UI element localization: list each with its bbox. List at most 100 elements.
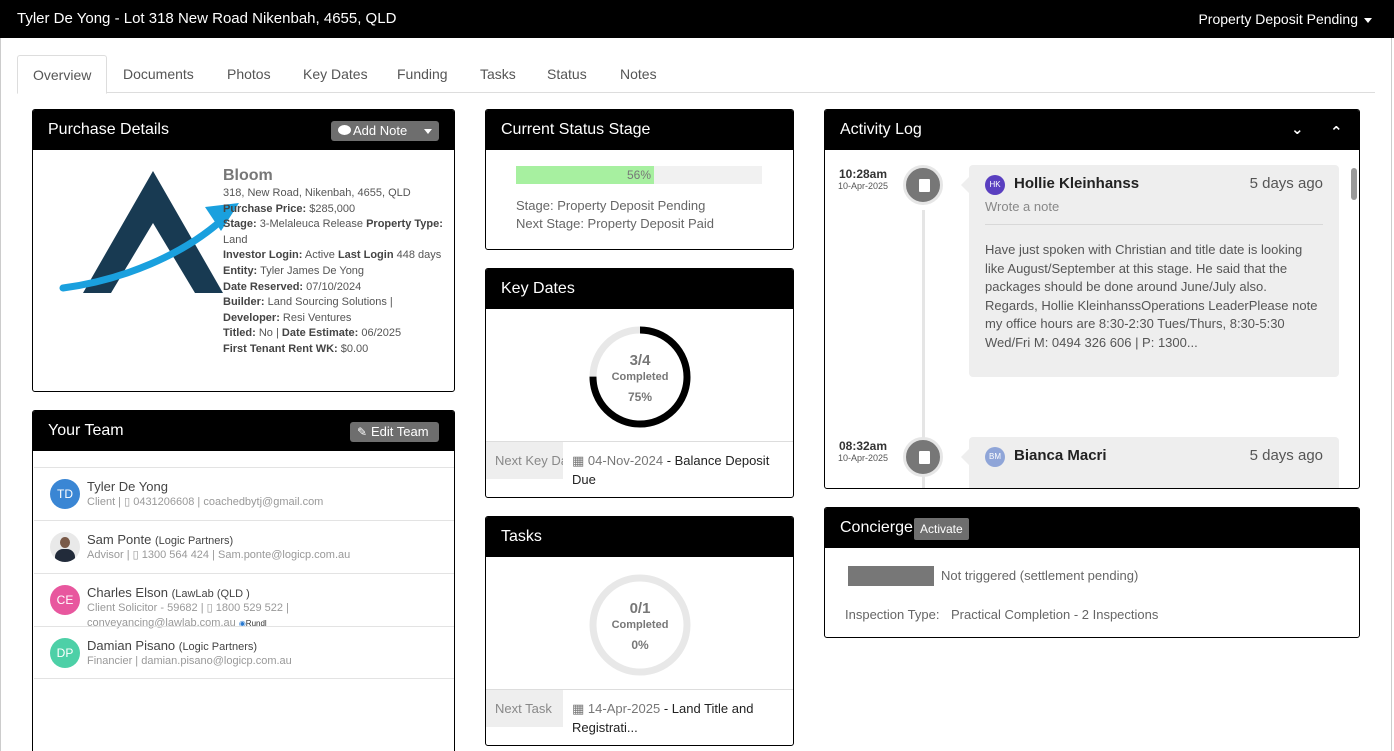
collapse-all-icon[interactable]: ⌃ — [1330, 123, 1343, 141]
team-member-details[interactable]: Advisor | ▯ 1300 564 424 | Sam.ponte@log… — [87, 548, 417, 563]
next-task-row[interactable]: Next Task ▦ 14-Apr-2025 - Land Title and… — [486, 689, 793, 745]
status-dropdown-label: Property Deposit Pending — [1198, 11, 1358, 27]
key-dates-panel: Key Dates 3/4 Completed 75% Next Key Dat… — [485, 268, 794, 498]
tab-overview[interactable]: Overview — [17, 55, 108, 94]
first-rent-value: $0.00 — [340, 342, 369, 355]
calendar-icon: ▦ — [572, 453, 585, 468]
member-name-text: Charles Elson — [87, 585, 168, 600]
next-key-date-label: Next Key Date — [486, 442, 563, 479]
property-address: 318, New Road, Nikenbah, 4655, QLD — [223, 187, 411, 199]
user-avatar: BM — [985, 447, 1005, 467]
last-login-value: 448 days — [396, 249, 442, 262]
member-org: (Logic Partners) — [154, 535, 234, 547]
property-type-value: Land — [223, 233, 248, 246]
log-entry-card[interactable]: BM Bianca Macri 5 days ago — [961, 437, 1339, 488]
current-stage-text: Stage: Property Deposit Pending — [516, 198, 706, 213]
tasks-completed-label: Completed — [611, 619, 669, 631]
member-name-text: Sam Ponte — [87, 532, 152, 547]
status-dropdown[interactable]: Property Deposit Pending — [1198, 11, 1372, 27]
team-member-details[interactable]: Financier | damian.pisano@logicp.com.au — [87, 654, 417, 669]
inspection-type-value: Practical Completion - 2 Inspections — [951, 607, 1159, 622]
entity-value: Tyler James De Yong — [260, 264, 365, 277]
calendar-icon: ▦ — [572, 701, 585, 716]
bloom-logo-image — [59, 171, 239, 293]
edit-team-label: Edit Team — [371, 424, 429, 439]
add-note-button[interactable]: Add Note — [331, 121, 439, 141]
purchase-details-panel: Purchase Details Add Note Bloom 318, New… — [32, 109, 455, 392]
edit-team-button[interactable]: ✎ Edit Team — [350, 422, 439, 442]
log-entry-text: Have just spoken with Christian and titl… — [985, 242, 1318, 350]
developer-value: Resi Ventures — [282, 311, 352, 324]
tab-notes[interactable]: Notes — [605, 55, 672, 93]
log-time: 10:28am — [838, 167, 888, 181]
tab-status[interactable]: Status — [532, 55, 602, 93]
activity-log-title: Activity Log — [840, 121, 922, 138]
add-note-label: Add Note — [353, 123, 408, 138]
date-reserved-label: Date Reserved: — [223, 280, 304, 293]
titled-label: Titled: — [223, 327, 256, 340]
stage-value: 3-Melaleuca Release — [259, 218, 364, 231]
log-user-name: Bianca Macri — [1014, 447, 1107, 464]
concierge-status-text: Not triggered (settlement pending) — [941, 568, 1139, 583]
tasks-header: Tasks — [486, 517, 793, 557]
activate-button[interactable]: Activate — [914, 518, 969, 540]
concierge-title: Concierge — [840, 519, 913, 536]
log-entry-type: Wrote a note — [985, 199, 1060, 214]
concierge-status-swatch — [848, 566, 934, 586]
next-stage-text: Next Stage: Property Deposit Paid — [516, 216, 714, 231]
activity-log-scrollbar[interactable] — [1351, 168, 1357, 200]
member-name-text: Damian Pisano — [87, 638, 176, 653]
log-date: 10-Apr-2025 — [837, 181, 889, 191]
key-dates-completed-label: Completed — [611, 371, 669, 383]
next-task-label: Next Task — [486, 690, 563, 727]
log-time-ago: 5 days ago — [1249, 175, 1323, 192]
log-divider — [985, 224, 1323, 225]
status-stage-title: Current Status Stage — [501, 121, 651, 138]
builder-value: Land Sourcing Solutions | — [267, 296, 393, 309]
log-time-ago: 5 days ago — [1249, 447, 1323, 464]
tab-key-dates[interactable]: Key Dates — [288, 55, 383, 93]
team-member-name: Damian Pisano (Logic Partners) — [87, 638, 257, 653]
activity-log-panel: Activity Log ⌄ ⌃ 10:28am 10-Apr-2025 HK … — [824, 109, 1360, 489]
caret-down-icon — [1364, 17, 1372, 23]
date-estimate-label: Date Estimate: — [281, 327, 359, 340]
builder-label: Builder: — [223, 296, 265, 309]
concierge-panel: Concierge Activate Not triggered (settle… — [824, 507, 1360, 638]
your-team-title: Your Team — [48, 422, 124, 439]
key-dates-count: 3/4 — [629, 352, 651, 369]
date-reserved-value: 07/10/2024 — [306, 280, 362, 293]
purchase-info: Bloom 318, New Road, Nikenbah, 4655, QLD… — [223, 166, 443, 358]
purchase-details-header: Purchase Details Add Note — [33, 110, 454, 150]
stage-label: Stage: — [223, 218, 257, 231]
stage-progress-bar: 56% — [516, 166, 762, 184]
team-member-row[interactable]: DP Damian Pisano (Logic Partners) Financ… — [34, 626, 454, 679]
tab-photos[interactable]: Photos — [212, 55, 286, 93]
tab-funding[interactable]: Funding — [382, 55, 463, 93]
status-stage-header: Current Status Stage — [486, 110, 793, 150]
entity-label: Entity: — [223, 264, 258, 277]
investor-login-label: Investor Login: — [223, 249, 303, 262]
avatar: TD — [50, 479, 80, 509]
next-key-date-value: ▦ 04-Nov-2024 - Balance Deposit Due — [572, 453, 770, 487]
avatar: CE — [50, 585, 80, 615]
tab-documents[interactable]: Documents — [108, 55, 209, 93]
team-member-details[interactable]: Client | ▯ 0431206608 | coachedbytj@gmai… — [87, 495, 417, 510]
next-key-date-row[interactable]: Next Key Date ▦ 04-Nov-2024 - Balance De… — [486, 441, 793, 497]
next-task-value: ▦ 14-Apr-2025 - Land Title and Registrat… — [572, 701, 754, 735]
price-label: Purchase Price: — [223, 202, 307, 215]
team-member-row[interactable]: TD Tyler De Yong Client | ▯ 0431206608 |… — [34, 467, 454, 520]
tab-tasks[interactable]: Tasks — [465, 55, 531, 93]
status-stage-panel: Current Status Stage 56% Stage: Property… — [485, 109, 794, 250]
comment-icon — [338, 125, 351, 135]
expand-all-icon[interactable]: ⌄ — [1291, 120, 1304, 138]
log-entry-card[interactable]: HK Hollie Kleinhanss 5 days ago Wrote a … — [961, 165, 1339, 377]
activity-log-header: Activity Log ⌄ ⌃ — [825, 110, 1359, 150]
add-note-dropdown-caret-icon[interactable] — [424, 129, 432, 134]
log-date: 10-Apr-2025 — [837, 453, 889, 463]
team-member-row[interactable]: CE Charles Elson (LawLab (QLD ) Client S… — [34, 573, 454, 629]
key-dates-header: Key Dates — [486, 269, 793, 309]
team-member-row[interactable]: Sam Ponte (Logic Partners) Advisor | ▯ 1… — [34, 520, 454, 573]
document-icon — [903, 437, 943, 477]
tasks-count: 0/1 — [629, 600, 651, 617]
log-user-name: Hollie Kleinhanss — [1014, 175, 1140, 192]
